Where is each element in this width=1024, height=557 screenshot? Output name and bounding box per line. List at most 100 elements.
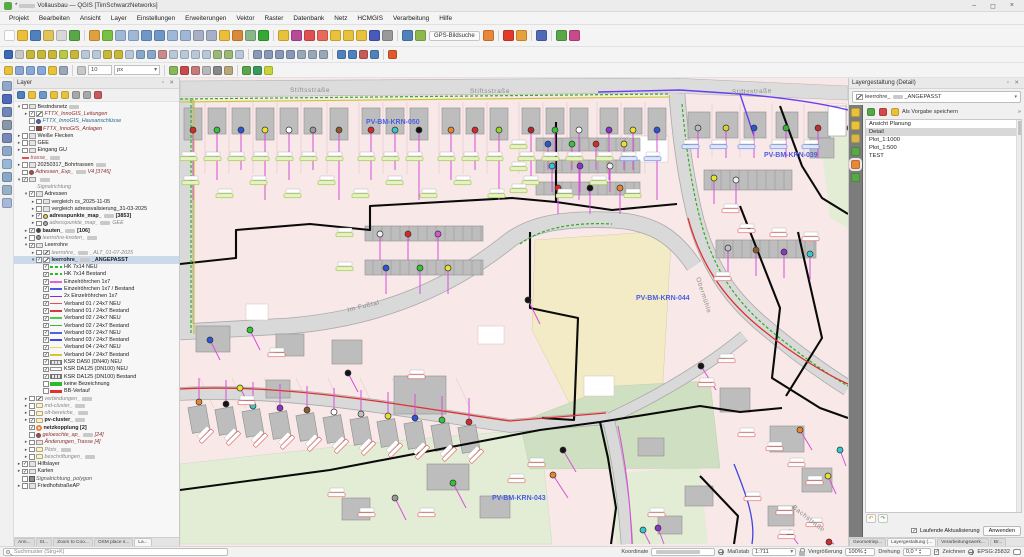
label-toolbar-pin-icon[interactable] (15, 65, 24, 75)
styling-panel-window-buttons[interactable]: ▫ ✕ (1007, 80, 1021, 86)
show-bookmarks-icon[interactable] (232, 30, 243, 41)
coordinate-input[interactable] (651, 548, 716, 556)
layer-tree-item[interactable]: HK 7x14 Bestand (14, 271, 179, 278)
label-toolbar-rotate-icon[interactable] (37, 65, 46, 75)
change-label-icon[interactable] (275, 50, 284, 59)
layer-visibility-checkbox[interactable] (29, 111, 35, 117)
current-edits-icon[interactable] (4, 50, 13, 59)
layer-visibility-checkbox[interactable] (22, 103, 28, 110)
processing-wrench-icon[interactable] (224, 65, 233, 75)
layer-tree-item[interactable]: ▸ leerrohre-knoten_ (14, 234, 179, 241)
layer-tree-item[interactable]: Signalrichtung (14, 183, 179, 190)
history-tab-icon[interactable] (851, 173, 860, 182)
layer-tree-item[interactable]: ▸ Plots_ (14, 446, 179, 453)
add-postgis-layer-icon[interactable] (1, 133, 12, 143)
style-list-item[interactable]: Plot_1:1000 (866, 136, 1021, 144)
remove-style-icon[interactable] (879, 108, 887, 116)
left-dock-tab[interactable]: Zoom to Coo... (53, 538, 93, 546)
menu-datenbank[interactable]: Datenbank (288, 13, 329, 24)
layer-tree-item[interactable]: Verband 02 / 24x7 Bestand (14, 322, 179, 329)
menu-ansicht[interactable]: Ansicht (75, 13, 106, 24)
maximize-button[interactable]: ◻ (990, 2, 996, 10)
add-vector-layer-icon[interactable] (1, 81, 12, 91)
zoom-in-icon[interactable] (115, 30, 126, 41)
layer-visibility-checkbox[interactable] (43, 359, 49, 365)
layer-visibility-checkbox[interactable] (36, 257, 42, 263)
menu-bearbeiten[interactable]: Bearbeiten (34, 13, 75, 24)
layer-tree-item[interactable]: ▸ FriedhofstraßeAP (14, 482, 179, 489)
layer-visibility-checkbox[interactable] (22, 176, 28, 183)
zoom-to-feature-icon[interactable] (191, 65, 200, 75)
mask-tab-icon[interactable] (851, 134, 860, 143)
layer-tree-item[interactable]: ▸ md-cluster_ (14, 402, 179, 409)
zoom-out-icon[interactable] (128, 30, 139, 41)
layer-visibility-checkbox[interactable] (29, 403, 35, 409)
right-dock-tab[interactable]: Br... (989, 538, 1007, 546)
manage-map-themes-icon[interactable] (39, 91, 47, 99)
menu-verarbeitung[interactable]: Verarbeitung (388, 13, 434, 24)
new-project-icon[interactable] (4, 30, 15, 41)
layer-labeling-options-icon[interactable] (4, 65, 13, 75)
layer-visibility-checkbox[interactable] (36, 249, 42, 256)
merge-features-icon[interactable] (213, 50, 222, 59)
messages-icon[interactable] (1013, 549, 1021, 555)
style-list[interactable]: Ansicht Planung Detail Plot_1:1000 Plot_1:5… (865, 119, 1022, 513)
layer-visibility-checkbox[interactable] (43, 330, 49, 336)
menu-einstellungen[interactable]: Einstellungen (132, 13, 180, 24)
layer-tree-item[interactable]: HK 7x14 NEU (14, 264, 179, 271)
scale-combo[interactable]: 1:711 ▾ (752, 548, 797, 556)
layer-visibility-checkbox[interactable] (22, 476, 28, 482)
collapse-all-icon[interactable] (83, 91, 91, 99)
layer-tree-item[interactable]: ▸Karten (14, 468, 179, 475)
show-hide-labels-icon[interactable] (308, 50, 317, 59)
layer-visibility-checkbox[interactable] (43, 293, 49, 300)
layer-visibility-checkbox[interactable] (29, 432, 35, 438)
layer-tree-item[interactable]: ▸ beschriftungen_ (14, 453, 179, 460)
search-plugin-icon[interactable] (415, 30, 426, 41)
layer-tree-item[interactable]: ▸ 20250317_Bohrtrassen (14, 161, 179, 168)
layer-visibility-checkbox[interactable] (22, 147, 28, 154)
left-dock-tab[interactable]: Ann... (14, 538, 35, 546)
layer-visibility-checkbox[interactable] (36, 206, 42, 212)
symbol-unit-combo[interactable]: px ▾ (114, 65, 160, 75)
layer-tree-item[interactable]: ▾leerrohre__ANGEPASST (14, 256, 179, 264)
deselect-all-icon[interactable] (317, 30, 328, 41)
layer-visibility-checkbox[interactable] (43, 279, 49, 285)
gps-bildsuche-button[interactable]: GPS-Bildsuche (429, 30, 480, 41)
layer-tree-item[interactable]: Einzelröhrchen 1x7 / Bestand (14, 285, 179, 292)
label-favorite-icon[interactable] (48, 65, 57, 75)
save-project-as-icon[interactable] (43, 30, 54, 41)
layer-visibility-checkbox[interactable] (29, 410, 35, 416)
style-manager-tab-icon[interactable] (849, 158, 862, 171)
right-dock-tab[interactable]: Layergestaltung (... (887, 538, 937, 546)
layer-tree-item[interactable]: Verband 04 / 24x7 Bestand (14, 351, 179, 358)
filter-legend-icon[interactable] (50, 91, 58, 99)
python-console-icon[interactable] (402, 30, 413, 41)
layer-visibility-checkbox[interactable] (43, 315, 49, 321)
styling-layer-combo[interactable]: leerrohre_ _ANGEPASST ▾ (852, 91, 1021, 103)
mapillary-tool-icon[interactable] (515, 30, 527, 41)
layer-visibility-checkbox[interactable] (43, 337, 49, 343)
layer-visibility-checkbox[interactable] (36, 213, 42, 219)
pan-to-selection-icon[interactable] (102, 30, 113, 41)
digitize-with-segment-icon[interactable] (37, 50, 46, 59)
redo-style-button[interactable]: ↷ (878, 514, 888, 523)
layer-visibility-checkbox[interactable] (43, 286, 49, 292)
layer-visibility-checkbox[interactable] (29, 417, 35, 424)
symbology-tab-icon[interactable] (851, 108, 860, 117)
layer-tree-item[interactable]: FTTX_InnoGIS_Anlagen (14, 125, 179, 132)
new-virtual-layer-icon[interactable] (1, 198, 12, 208)
add-spatialite-layer-icon[interactable] (1, 146, 12, 156)
layer-visibility-checkbox[interactable] (29, 125, 35, 132)
layer-tree-item[interactable]: ▸ GEE (14, 139, 179, 146)
crs-label[interactable]: EPSG:25832 (977, 549, 1010, 555)
add-style-icon[interactable] (867, 108, 875, 116)
close-button[interactable]: × (1010, 2, 1014, 10)
labels-tab-icon[interactable] (851, 121, 860, 130)
reshape-features-icon[interactable] (180, 50, 189, 59)
layer-tree-item[interactable]: BB-Verlauf (14, 388, 179, 395)
layer-tree-item[interactable]: KSR DA125 (DN100) Bestand (14, 373, 179, 380)
layer-visibility-checkbox[interactable] (36, 198, 42, 205)
map-canvas[interactable]: Stiftsstraße Stiftsstraße Stiftsstraße Im F… (178, 77, 854, 546)
layer-tree-item[interactable]: FTTX_InnoGIS_Hausanschlüsse (14, 118, 179, 125)
